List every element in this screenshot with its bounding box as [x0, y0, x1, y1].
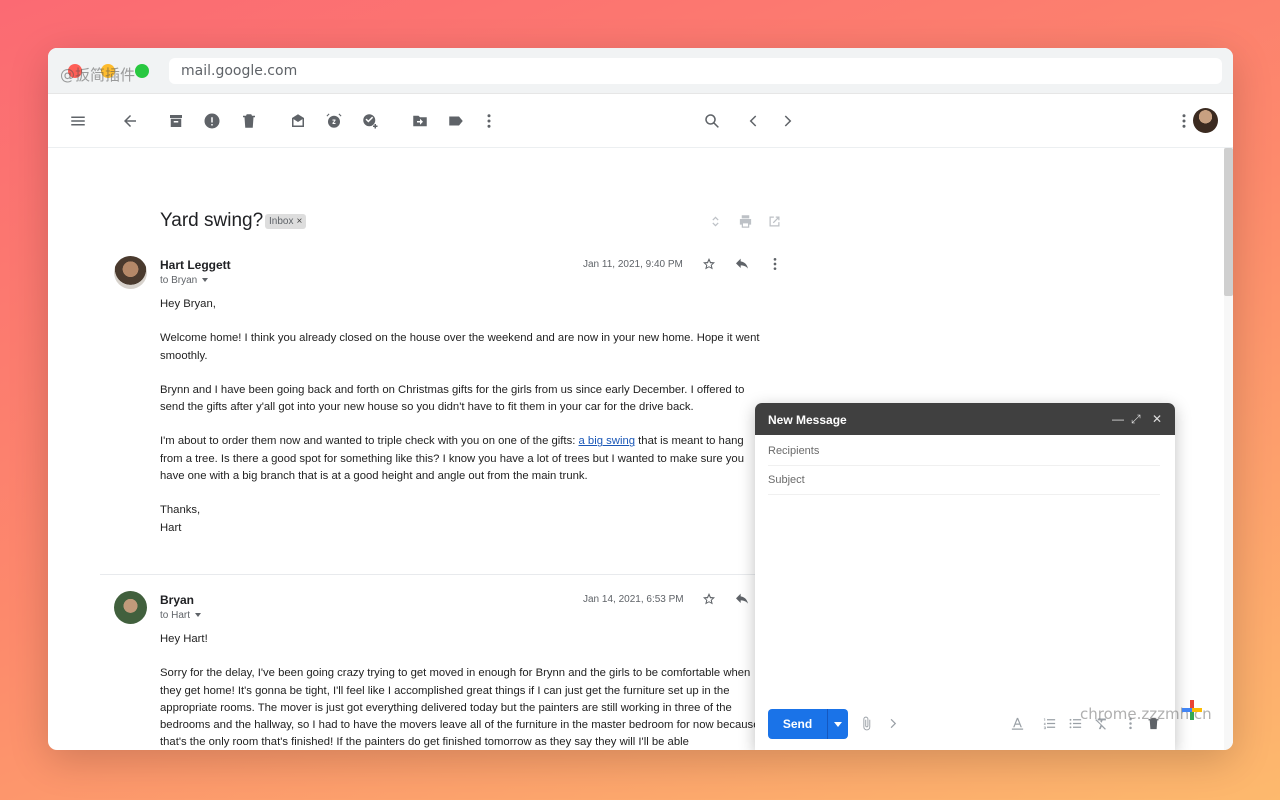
expand-all-icon[interactable]: [708, 214, 724, 230]
send-divider: [827, 709, 828, 739]
scrollbar-thumb[interactable]: [1224, 148, 1233, 296]
recipient-text: to Bryan: [160, 275, 198, 286]
message-date: Jan 14, 2021, 6:53 PM: [583, 594, 684, 605]
remove-label-icon[interactable]: ×: [296, 216, 302, 227]
snooze-icon[interactable]: [324, 111, 344, 131]
add-plus-icon[interactable]: [1180, 698, 1204, 722]
more-vert-icon[interactable]: [767, 256, 785, 274]
send-button[interactable]: Send: [768, 709, 848, 739]
minimize-icon[interactable]: —: [1112, 412, 1124, 426]
reply-icon[interactable]: [734, 591, 752, 609]
recipients-field[interactable]: Recipients: [768, 437, 1160, 466]
recipient-details[interactable]: to Hart: [160, 610, 202, 621]
compose-window: New Message — ⤢ ✕ Recipients Subject Sen…: [755, 403, 1175, 750]
chevron-down-icon: [195, 613, 202, 618]
label-icon[interactable]: [446, 111, 466, 131]
delete-icon[interactable]: [239, 111, 259, 131]
message-body: Hey Hart! Sorry for the delay, I've been…: [160, 631, 760, 750]
message-divider: [100, 574, 755, 575]
report-spam-icon[interactable]: [202, 111, 222, 131]
paragraph-text: I'm about to order them now and wanted t…: [160, 435, 579, 448]
chevron-down-icon: [202, 278, 209, 283]
inbox-label-chip[interactable]: Inbox ×: [265, 214, 307, 229]
star-icon[interactable]: [701, 591, 719, 609]
close-icon[interactable]: ✕: [1152, 412, 1162, 426]
reply-icon[interactable]: [734, 256, 752, 274]
label-text: Inbox: [269, 216, 294, 227]
title-bar: @扳简插件 mail.google.com: [48, 48, 1233, 94]
text-color-icon[interactable]: [1004, 716, 1030, 734]
browser-window: @扳简插件 mail.google.com Yard swing? Inbox ×…: [48, 48, 1233, 750]
swing-link[interactable]: a big swing: [579, 435, 636, 447]
address-bar[interactable]: mail.google.com: [169, 58, 1222, 84]
recipient-text: to Hart: [160, 610, 191, 621]
mail-toolbar: [48, 94, 1233, 148]
sender-name[interactable]: Hart Leggett: [160, 258, 231, 272]
chevron-down-icon[interactable]: [834, 722, 842, 727]
open-in-new-window-icon[interactable]: [767, 214, 783, 230]
paragraph: Brynn and I have been going back and for…: [160, 383, 745, 414]
paragraph: Welcome home! I think you already closed…: [160, 332, 760, 362]
archive-icon[interactable]: [166, 111, 186, 131]
message-body: Hey Bryan, Welcome home! I think you alr…: [160, 296, 760, 554]
add-to-tasks-icon[interactable]: [360, 111, 380, 131]
chevron-right-icon[interactable]: [777, 111, 797, 131]
greeting: Hey Bryan,: [160, 298, 216, 310]
compose-title: New Message: [768, 413, 847, 427]
move-to-icon[interactable]: [410, 111, 430, 131]
subject-field[interactable]: Subject: [768, 466, 1160, 495]
account-avatar[interactable]: [1193, 108, 1218, 133]
mark-unread-icon[interactable]: [288, 111, 308, 131]
zoom-window-button[interactable]: [135, 64, 149, 78]
sender-name[interactable]: Bryan: [160, 593, 194, 607]
signature: Hart: [160, 521, 182, 534]
back-arrow-icon[interactable]: [120, 111, 140, 131]
search-icon[interactable]: [702, 111, 722, 131]
thread-subject: Yard swing?: [160, 210, 264, 231]
print-icon[interactable]: [738, 214, 754, 230]
scrollbar[interactable]: [1224, 148, 1233, 750]
star-icon[interactable]: [701, 256, 719, 274]
more-vert-icon[interactable]: [479, 111, 499, 131]
paragraph: Sorry for the delay, I've been going cra…: [160, 667, 760, 749]
avatar: [114, 591, 147, 624]
paragraph: I'm about to order them now and wanted t…: [160, 433, 760, 485]
chevron-right-icon[interactable]: [883, 716, 901, 734]
avatar: [114, 256, 147, 289]
watermark-top: @扳简插件: [60, 66, 136, 84]
signoff: Thanks,: [160, 504, 201, 517]
more-vert-icon[interactable]: [1174, 111, 1194, 131]
message-date: Jan 11, 2021, 9:40 PM: [583, 259, 683, 270]
attach-icon[interactable]: [857, 716, 875, 734]
fullscreen-icon[interactable]: ⤢: [1131, 412, 1141, 427]
menu-icon[interactable]: [68, 111, 88, 131]
recipient-details[interactable]: to Bryan: [160, 275, 209, 286]
greeting: Hey Hart!: [160, 633, 208, 645]
numbered-list-icon[interactable]: [1040, 716, 1058, 734]
chevron-left-icon[interactable]: [744, 111, 764, 131]
send-label: Send: [782, 717, 813, 731]
